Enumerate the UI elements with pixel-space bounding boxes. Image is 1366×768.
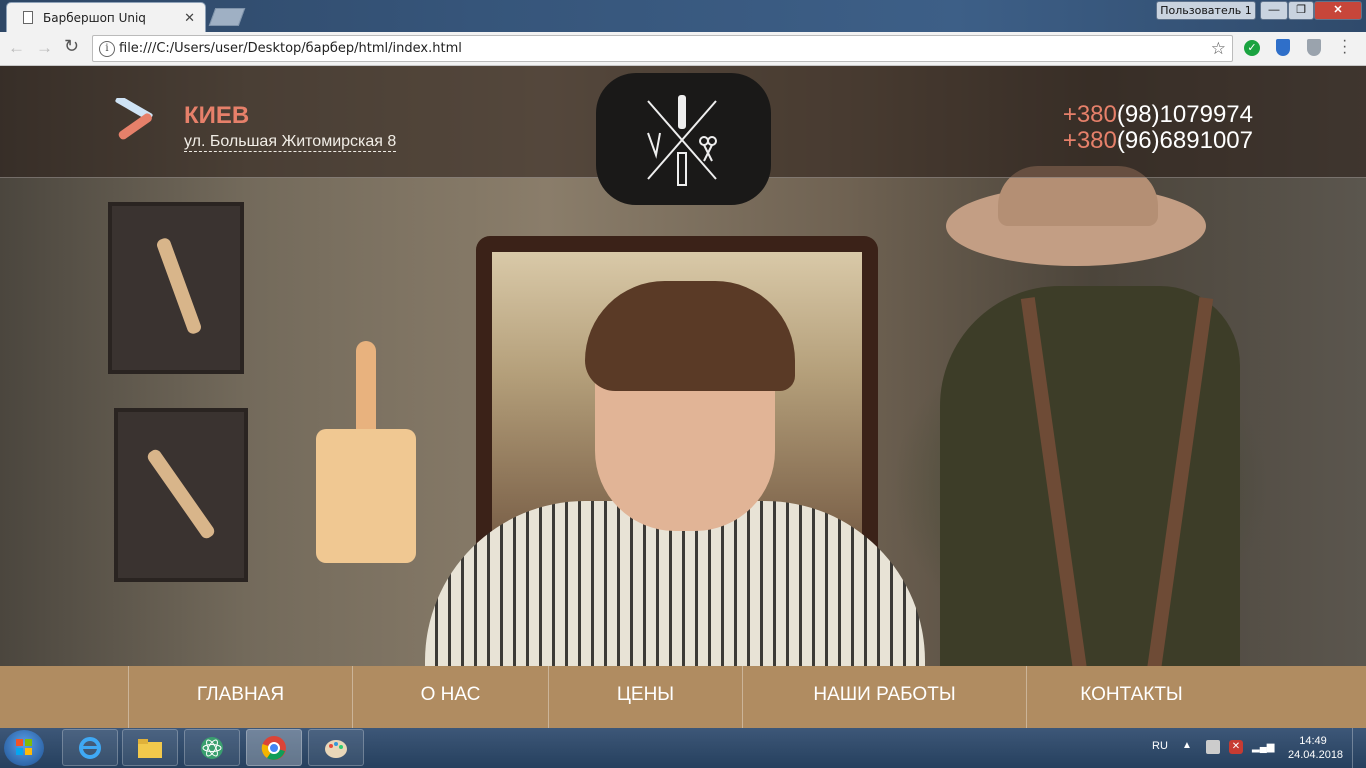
site-header: КИЕВ ул. Большая Житомирская 8 +380(98)1… (0, 66, 1366, 205)
tab-close-icon[interactable]: ✕ (184, 10, 195, 26)
clock-time: 14:49 (1299, 735, 1327, 747)
extension-shield-gray-icon[interactable] (1307, 39, 1321, 56)
show-desktop-button[interactable] (1352, 728, 1366, 768)
extension-shield-icon[interactable] (1276, 39, 1290, 56)
reload-icon[interactable]: ↻ (64, 36, 79, 57)
paint-icon[interactable] (308, 729, 364, 766)
razor-image (155, 236, 203, 336)
main-nav: ГЛАВНАЯ О НАС ЦЕНЫ НАШИ РАБОТЫ КОНТАКТЫ (0, 666, 1366, 728)
signal-icon[interactable]: ▂▄▆ (1252, 742, 1274, 753)
comb-image (316, 341, 416, 563)
razor-icon (115, 98, 153, 140)
browser-toolbar: ← → ↻ i file:///C:/Users/user/Desktop/ба… (0, 32, 1366, 66)
maximize-button[interactable]: ❐ (1288, 1, 1314, 20)
network-icon[interactable] (1206, 740, 1220, 754)
url-text[interactable]: file:///C:/Users/user/Desktop/барбер/htm… (119, 41, 462, 56)
close-window-button[interactable]: ✕ (1314, 1, 1362, 20)
phone-list: +380(98)1079974 +380(96)6891007 (1054, 102, 1253, 154)
address-link[interactable]: ул. Большая Житомирская 8 (184, 133, 397, 152)
window-titlebar: Барбершоп Uniq ✕ Пользователь 1 — ❐ ✕ (0, 0, 1366, 32)
nav-contacts[interactable]: КОНТАКТЫ (1026, 666, 1236, 728)
windows-start-icon[interactable] (4, 730, 44, 766)
chrome-icon[interactable] (246, 729, 302, 766)
barber-crossed-tools-logo (647, 95, 717, 186)
razor-frame-image (108, 202, 244, 374)
tray-expand-icon[interactable]: ▲ (1182, 740, 1192, 751)
language-indicator[interactable]: RU (1152, 740, 1168, 752)
taskbar: RU ▲ ✕ ▂▄▆ 14:49 24.04.2018 (0, 728, 1366, 768)
nav-home[interactable]: ГЛАВНАЯ (128, 666, 352, 728)
barbershop-logo[interactable] (596, 73, 771, 205)
browser-tab[interactable]: Барбершоп Uniq ✕ (6, 2, 206, 32)
client-image (425, 281, 925, 728)
internet-explorer-icon[interactable] (62, 729, 118, 766)
taskbar-clock[interactable]: 14:49 24.04.2018 (1288, 734, 1344, 762)
clock-date: 24.04.2018 (1288, 749, 1344, 761)
barber-image (900, 166, 1240, 728)
new-tab-button[interactable] (208, 8, 246, 26)
browser-menu-icon[interactable]: · · · (1342, 33, 1347, 61)
forward-arrow-icon[interactable]: → (36, 38, 53, 58)
tab-title: Барбершоп Uniq (43, 10, 146, 25)
razor-image-2 (145, 447, 217, 541)
nav-works[interactable]: НАШИ РАБОТЫ (742, 666, 1026, 728)
tray-alert-icon[interactable]: ✕ (1229, 740, 1243, 754)
info-icon[interactable]: i (99, 41, 115, 57)
bookmark-star-icon[interactable]: ☆ (1211, 39, 1226, 59)
nav-prices[interactable]: ЦЕНЫ (548, 666, 742, 728)
page-icon (23, 11, 33, 24)
user-profile-button[interactable]: Пользователь 1 (1156, 1, 1256, 20)
extension-check-icon[interactable]: ✓ (1244, 40, 1260, 56)
hero-section: КИЕВ ул. Большая Житомирская 8 +380(98)1… (0, 66, 1366, 728)
minimize-button[interactable]: — (1260, 1, 1288, 20)
file-explorer-icon[interactable] (122, 729, 178, 766)
phone-link-1[interactable]: +380(98)1079974 (1054, 102, 1253, 128)
nav-about[interactable]: О НАС (352, 666, 548, 728)
phone-link-2[interactable]: +380(96)6891007 (1054, 128, 1253, 154)
back-arrow-icon[interactable]: ← (8, 38, 25, 58)
address-bar[interactable]: i file:///C:/Users/user/Desktop/барбер/h… (92, 35, 1233, 62)
razor-frame-image-2 (114, 408, 248, 582)
city-name: КИЕВ (184, 102, 250, 129)
atom-icon[interactable] (184, 729, 240, 766)
